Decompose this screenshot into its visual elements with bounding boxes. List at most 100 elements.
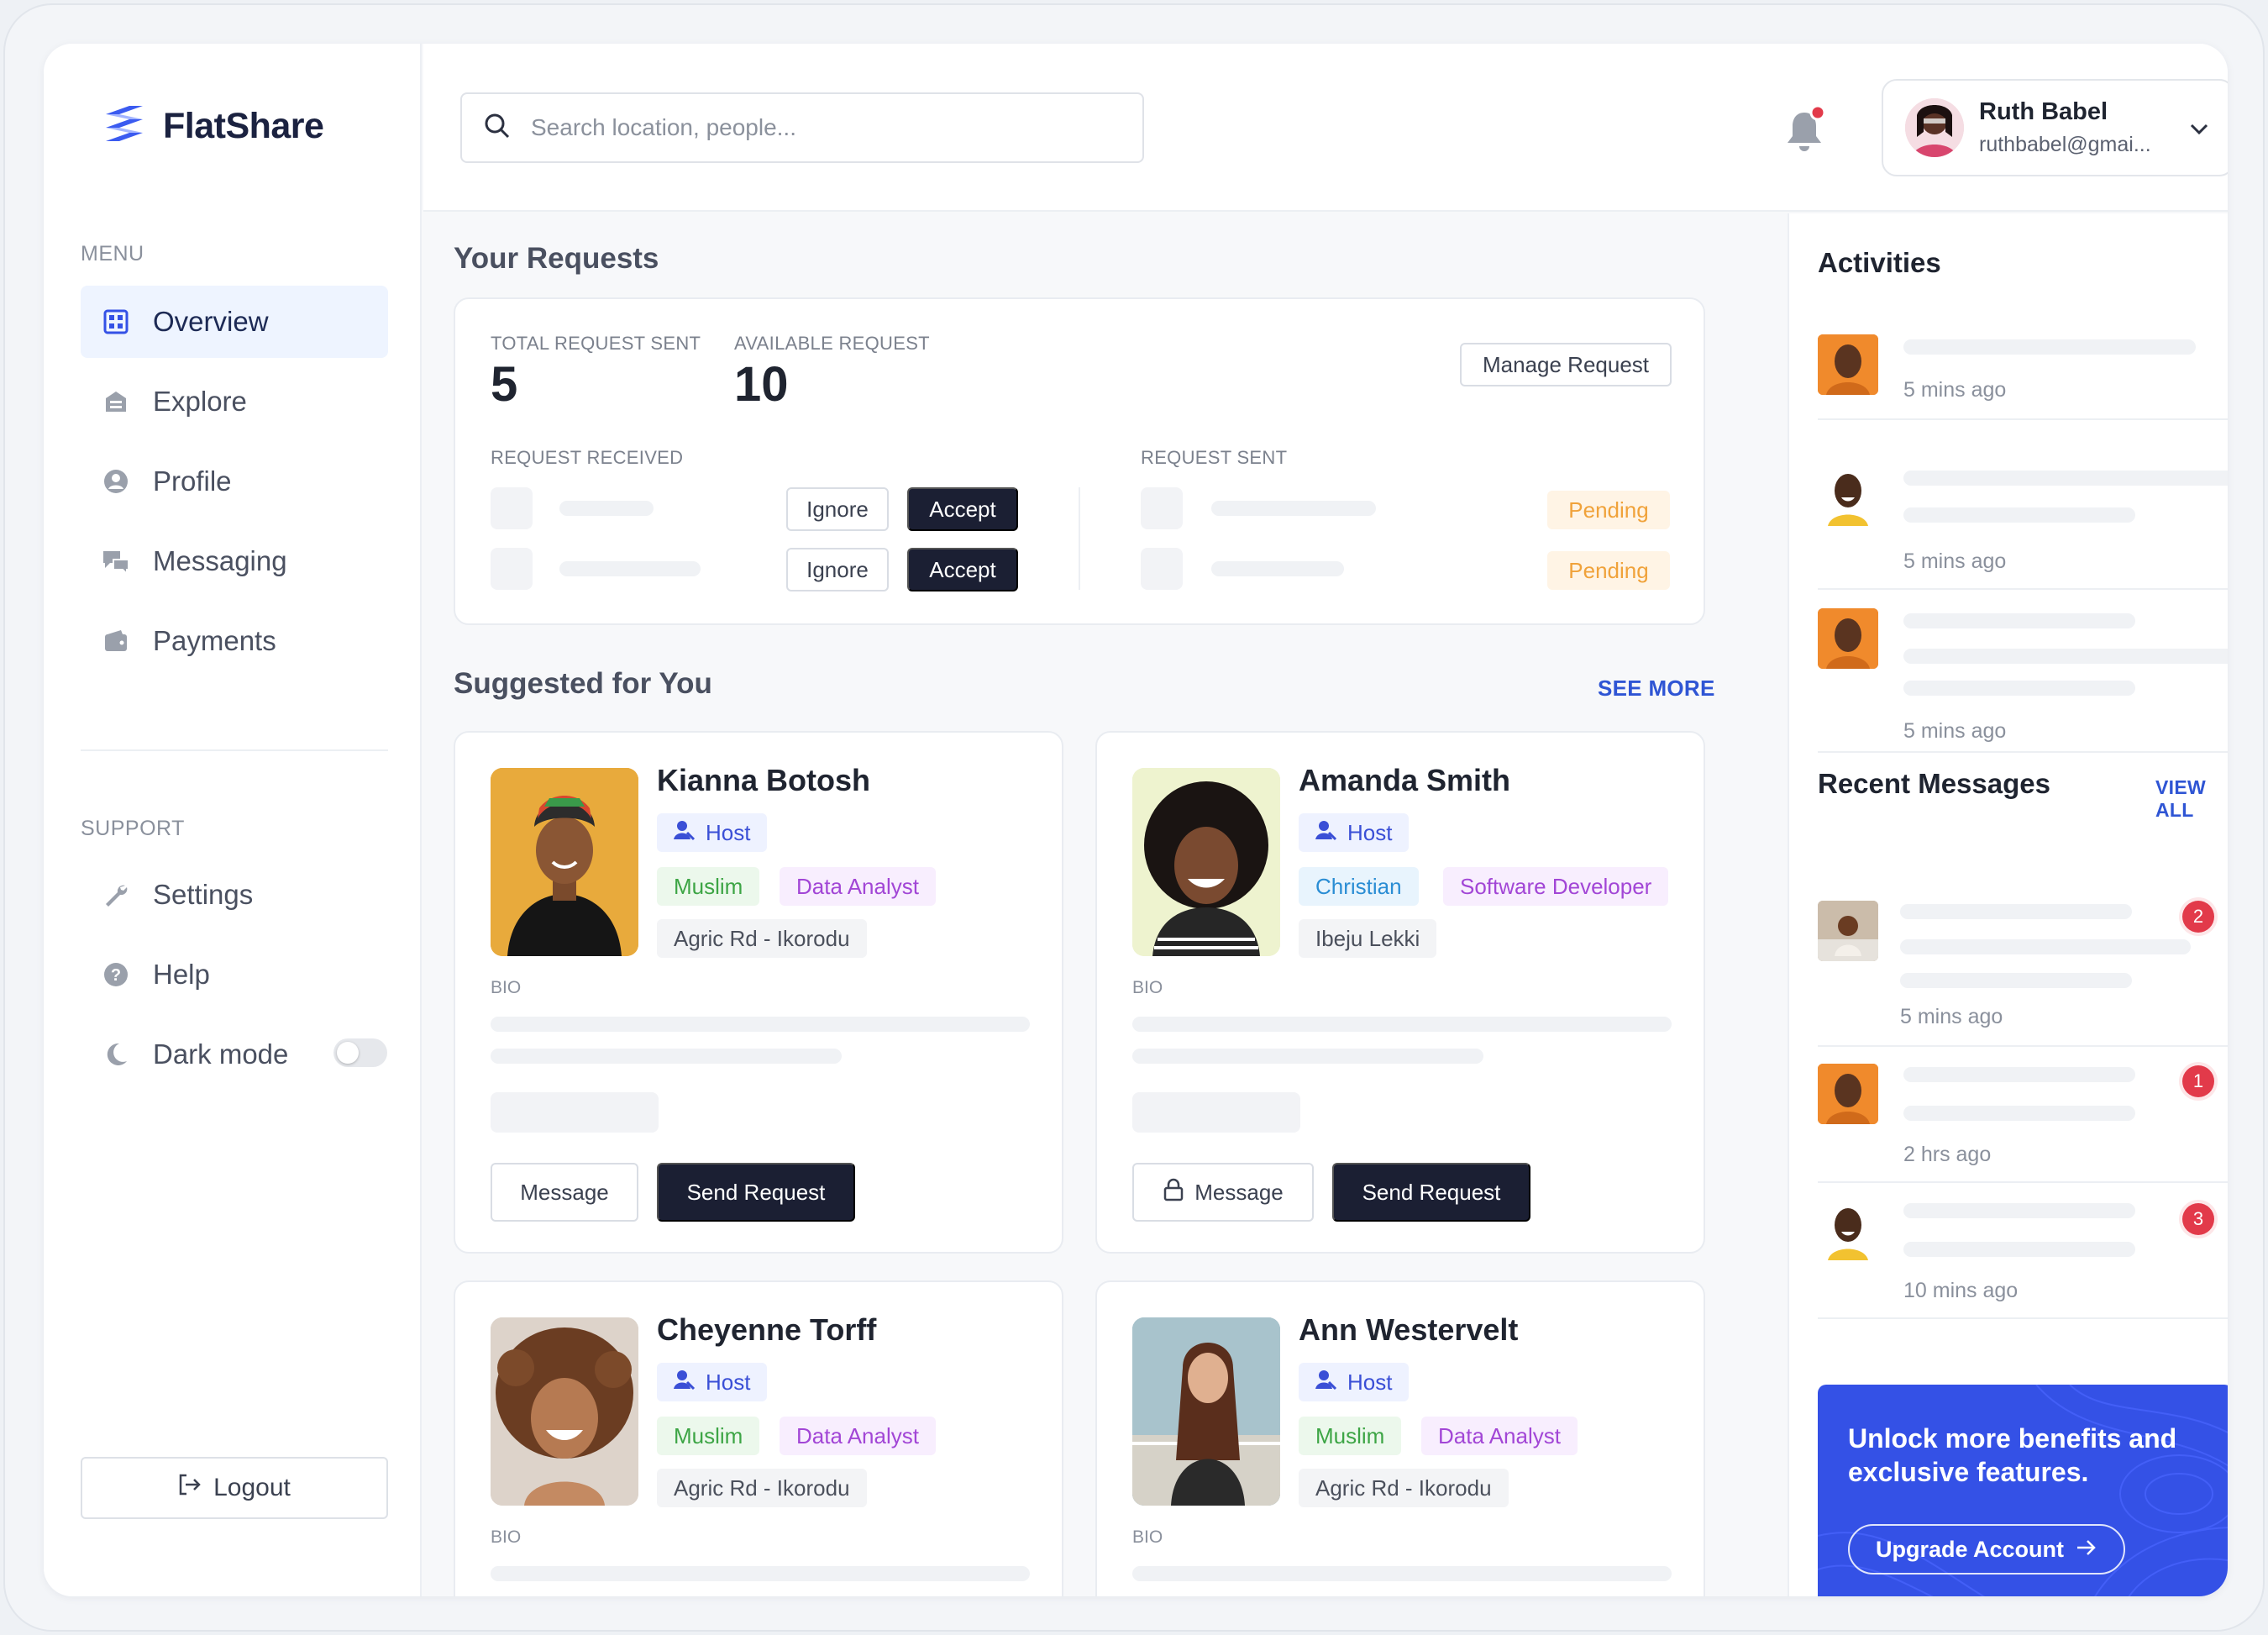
bio-label: BIO xyxy=(491,978,522,997)
sidebar-divider xyxy=(81,749,388,751)
sent-name-placeholder xyxy=(1211,561,1344,576)
ignore-button[interactable]: Ignore xyxy=(786,487,889,531)
location-tag: Agric Rd - Ikorodu xyxy=(657,919,867,958)
svg-text:?: ? xyxy=(111,966,121,985)
sidebar-item-label: Help xyxy=(153,959,210,990)
pending-badge: Pending xyxy=(1547,491,1670,529)
user-circle-icon xyxy=(101,466,131,497)
sidebar-item-label: Payments xyxy=(153,625,276,656)
user-profile-menu[interactable]: Ruth Babel ruthbabel@gmai... xyxy=(1882,79,2228,176)
received-avatar-placeholder xyxy=(491,487,533,529)
sidebar-item-messaging[interactable]: Messaging xyxy=(81,525,388,597)
view-all-link[interactable]: VIEW ALL xyxy=(2155,776,2228,822)
message-placeholder xyxy=(1903,1242,2135,1257)
chevron-down-icon xyxy=(2187,118,2211,145)
right-panel: Activities 5 mins ago 5 mins ago 5 mins … xyxy=(1788,213,2228,1596)
accept-button[interactable]: Accept xyxy=(907,487,1018,531)
logout-button[interactable]: Logout xyxy=(81,1457,388,1519)
message-placeholder xyxy=(1900,939,2191,954)
activity-placeholder xyxy=(1903,649,2228,664)
person-photo xyxy=(1132,768,1280,956)
religion-tag: Muslim xyxy=(657,1417,760,1455)
flatshare-logo-icon xyxy=(106,106,143,141)
person-name: Kianna Botosh xyxy=(657,763,871,797)
host-tag-label: Host xyxy=(706,819,751,845)
search-input[interactable] xyxy=(531,114,1102,141)
total-request-label: TOTAL REQUEST SENT xyxy=(491,333,701,354)
message-placeholder xyxy=(1900,973,2132,988)
sidebar-item-explore[interactable]: Explore xyxy=(81,365,388,438)
avatar[interactable] xyxy=(1818,901,1878,961)
accept-button[interactable]: Accept xyxy=(907,548,1018,591)
request-received-label: REQUEST RECEIVED xyxy=(491,447,684,468)
message-time: 5 mins ago xyxy=(1900,1005,2003,1028)
support-section-label: SUPPORT xyxy=(81,817,185,840)
search-bar[interactable] xyxy=(460,92,1144,163)
upgrade-account-button[interactable]: Upgrade Account xyxy=(1848,1524,2125,1575)
bio-placeholder xyxy=(1132,1566,1672,1581)
message-button[interactable]: Message xyxy=(491,1163,638,1222)
person-card: Cheyenne Torff Host Muslim Data Analyst … xyxy=(454,1280,1063,1596)
message-time: 2 hrs ago xyxy=(1903,1143,1992,1166)
building-icon xyxy=(101,386,131,417)
sidebar-item-settings[interactable]: Settings xyxy=(81,859,388,931)
activity-placeholder xyxy=(1903,471,2228,486)
logout-icon xyxy=(178,1474,202,1502)
sidebar-item-profile[interactable]: Profile xyxy=(81,445,388,518)
bio-placeholder xyxy=(1132,1092,1300,1133)
location-tag: Ibeju Lekki xyxy=(1299,919,1437,958)
received-name-placeholder xyxy=(559,501,654,516)
logout-label: Logout xyxy=(213,1474,291,1501)
message-button[interactable]: Message xyxy=(1132,1163,1314,1222)
app-window: FlatShare MENU Overview Explore Profile xyxy=(44,44,2228,1596)
bio-label: BIO xyxy=(1132,1527,1163,1547)
message-divider xyxy=(1818,1317,2228,1319)
send-request-button[interactable]: Send Request xyxy=(1332,1163,1530,1222)
sidebar-item-help[interactable]: ? Help xyxy=(81,938,388,1011)
menu-section-label: MENU xyxy=(81,242,144,265)
host-icon xyxy=(674,819,696,847)
see-more-link[interactable]: SEE MORE xyxy=(1598,676,1715,702)
top-header: Ruth Babel ruthbabel@gmai... xyxy=(423,44,2228,212)
avatar[interactable] xyxy=(1818,1064,1878,1124)
user-email: ruthbabel@gmai... xyxy=(1979,133,2151,156)
host-tag: Host xyxy=(657,813,768,852)
person-name: Amanda Smith xyxy=(1299,763,1511,797)
arrow-right-icon xyxy=(2076,1537,2097,1563)
sidebar-item-overview[interactable]: Overview xyxy=(81,286,388,358)
location-tag: Agric Rd - Ikorodu xyxy=(1299,1469,1509,1507)
sidebar-item-payments[interactable]: Payments xyxy=(81,605,388,677)
manage-request-button[interactable]: Manage Request xyxy=(1460,343,1672,386)
requests-divider xyxy=(1079,487,1080,590)
bio-placeholder xyxy=(491,1566,1030,1581)
upgrade-button-label: Upgrade Account xyxy=(1875,1536,2064,1562)
brand-logo[interactable]: FlatShare xyxy=(101,103,324,150)
person-name: Ann Westervelt xyxy=(1299,1312,1519,1347)
host-tag: Host xyxy=(1299,813,1410,852)
dark-mode-toggle[interactable] xyxy=(333,1038,387,1067)
brand-name: FlatShare xyxy=(163,105,324,146)
upgrade-banner: Unlock more benefits and exclusive featu… xyxy=(1818,1385,2228,1596)
ignore-button[interactable]: Ignore xyxy=(786,548,889,591)
activity-placeholder xyxy=(1903,681,2135,696)
activity-time: 5 mins ago xyxy=(1903,719,2007,743)
avatar[interactable] xyxy=(1818,1200,1878,1260)
grid-icon xyxy=(101,307,131,337)
sidebar-item-label: Settings xyxy=(153,879,254,910)
avatar xyxy=(1818,465,1878,526)
activities-title: Activities xyxy=(1818,247,1941,278)
sidebar-item-label: Explore xyxy=(153,386,247,417)
person-photo xyxy=(491,768,638,956)
sidebar: FlatShare MENU Overview Explore Profile xyxy=(44,44,422,1596)
notification-bell[interactable] xyxy=(1782,104,1830,155)
moon-icon xyxy=(101,1039,131,1070)
recent-messages-title: Recent Messages xyxy=(1818,768,2050,799)
bio-placeholder xyxy=(491,1017,1030,1032)
suggested-title: Suggested for You xyxy=(454,667,712,700)
host-icon xyxy=(1315,819,1337,847)
person-name: Cheyenne Torff xyxy=(657,1312,877,1347)
job-tag: Data Analyst xyxy=(780,867,936,906)
host-icon xyxy=(1315,1369,1337,1396)
lock-icon xyxy=(1163,1178,1184,1207)
send-request-button[interactable]: Send Request xyxy=(657,1163,855,1222)
